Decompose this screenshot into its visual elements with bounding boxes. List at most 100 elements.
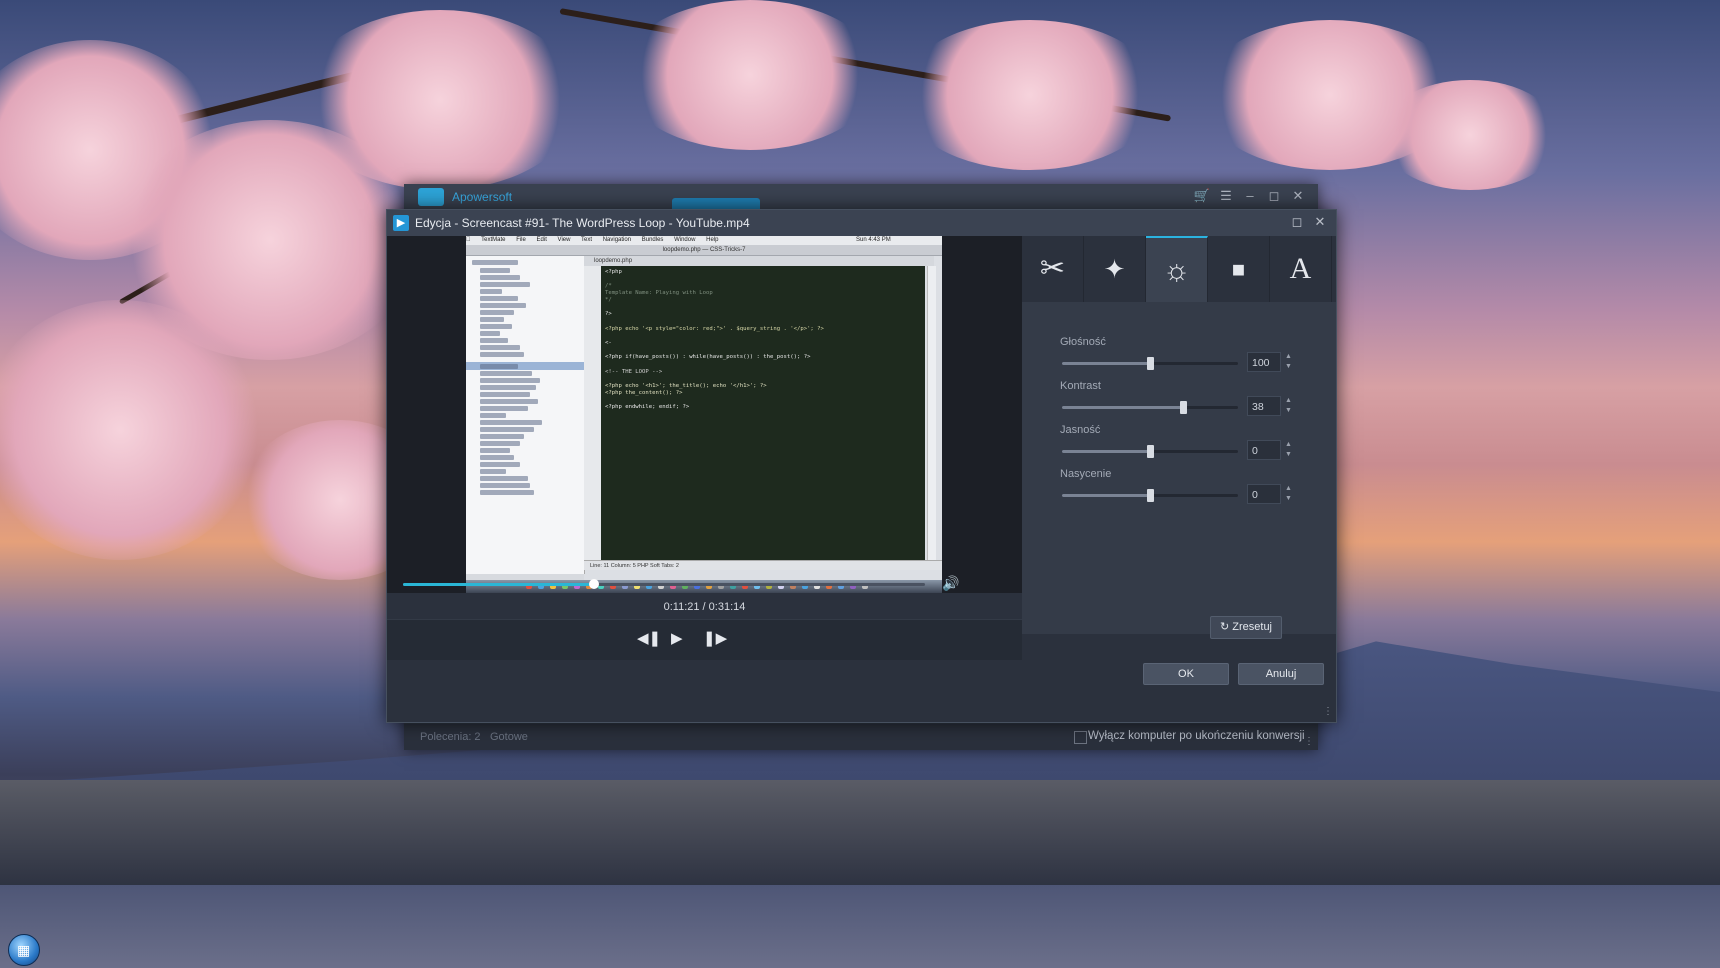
code-line: /*: [605, 283, 612, 289]
brightness-icon[interactable]: ☼: [1146, 236, 1208, 302]
frame-dock: [466, 580, 942, 593]
wallpaper-blossom: [300, 10, 580, 190]
dialog-title-bar: ▶ Edycja - Screencast #91- The WordPress…: [387, 210, 1336, 236]
dialog-title: Edycja - Screencast #91- The WordPress L…: [415, 216, 750, 230]
frame-menu-item: Help: [699, 237, 718, 243]
code-line: <?php: [605, 269, 622, 275]
previous-frame-icon[interactable]: ◀❚: [637, 629, 661, 647]
brightness-slider[interactable]: [1062, 445, 1238, 458]
code-line: <!-- THE LOOP -->: [605, 369, 663, 375]
minimize-icon[interactable]: –: [1241, 188, 1259, 203]
status-ready: Gotowe: [490, 731, 528, 743]
contrast-param: Kontrast 38 ▲ ▼: [1060, 380, 1300, 420]
video-frame:  TextMate File Edit View Text Navigatio…: [466, 236, 942, 593]
code-line: <?php endwhile; endif; ?>: [605, 404, 690, 410]
saturation-value[interactable]: 0: [1247, 484, 1281, 504]
volume-value[interactable]: 100: [1247, 352, 1281, 372]
volume-slider-thumb[interactable]: [1147, 357, 1154, 370]
play-icon[interactable]: ▶: [671, 629, 683, 647]
volume-param: Głośność 100 ▲ ▼: [1060, 336, 1300, 376]
resize-grip-icon[interactable]: ⋮: [1323, 706, 1333, 719]
volume-slider-fill: [1062, 362, 1150, 365]
volume-icon[interactable]: 🔊: [942, 575, 959, 592]
contrast-label: Kontrast: [1060, 380, 1101, 392]
shutdown-label: Wyłącz komputer po ukończeniu konwersji: [1088, 730, 1305, 742]
frame-menu-item: View: [551, 237, 571, 243]
volume-spinner-icon[interactable]: ▲ ▼: [1282, 352, 1295, 372]
menu-icon[interactable]: ☰: [1217, 188, 1235, 204]
scissors-icon[interactable]: ✂: [1022, 236, 1084, 302]
reset-button[interactable]: ↻ Zresetuj: [1210, 616, 1282, 639]
magic-wand-icon[interactable]: ✦: [1084, 236, 1146, 302]
frame-menu-item: TextMate: [475, 237, 505, 243]
ok-button[interactable]: OK: [1143, 663, 1229, 685]
frame-status-bar: Line: 11 Column: 5 PHP Soft Tabs: 2: [584, 560, 942, 570]
code-line: */: [605, 297, 612, 303]
frame-menu-item: Navigation: [596, 237, 631, 243]
text-icon[interactable]: A: [1270, 236, 1332, 302]
frame-window-title: loopdemo.php — CSS-Tricks-7: [466, 245, 942, 256]
brightness-param: Jasność 0 ▲ ▼: [1060, 424, 1300, 464]
code-line: <?php the_content(); ?>: [605, 390, 683, 396]
saturation-label: Nasycenie: [1060, 468, 1112, 480]
windows-logo-icon: ▦: [17, 942, 31, 958]
wallpaper-town: [0, 780, 1720, 890]
code-line: <?php if(have_posts()) : while(have_post…: [605, 354, 811, 360]
contrast-spinner-icon[interactable]: ▲ ▼: [1282, 396, 1295, 416]
video-preview:  TextMate File Edit View Text Navigatio…: [387, 236, 1022, 613]
seek-bar[interactable]: [403, 579, 925, 589]
maximize-icon[interactable]: ◻: [1288, 214, 1306, 230]
wallpaper-blossom: [0, 300, 260, 560]
code-line: ?>: [605, 311, 612, 317]
contrast-slider-fill: [1062, 406, 1184, 409]
wallpaper-blossom: [620, 0, 880, 150]
code-line: <?php echo '<h1>'; the_title(); echo '</…: [605, 383, 767, 389]
cart-icon[interactable]: 🛒: [1193, 188, 1211, 204]
dialog-button-bar: OK Anuluj ⋮: [387, 660, 1336, 722]
close-icon[interactable]: ✕: [1311, 214, 1329, 230]
volume-label: Głośność: [1060, 336, 1106, 348]
brightness-spinner-icon[interactable]: ▲ ▼: [1282, 440, 1295, 460]
frame-menu-item: File: [510, 237, 526, 243]
cancel-button[interactable]: Anuluj: [1238, 663, 1324, 685]
close-icon[interactable]: ✕: [1289, 188, 1307, 204]
contrast-slider[interactable]: [1062, 401, 1238, 414]
saturation-slider[interactable]: [1062, 489, 1238, 502]
stamp-icon[interactable]: ⏹: [1208, 236, 1270, 302]
seek-handle[interactable]: [588, 579, 599, 589]
reset-button-label: Zresetuj: [1232, 621, 1273, 633]
shutdown-checkbox[interactable]: [1074, 731, 1087, 744]
contrast-value[interactable]: 38: [1247, 396, 1281, 416]
brightness-slider-thumb[interactable]: [1147, 445, 1154, 458]
status-commands: Polecenia: 2: [420, 731, 481, 743]
saturation-spinner-icon[interactable]: ▲ ▼: [1282, 484, 1295, 504]
main-status-bar: Polecenia: 2 Gotowe Wyłącz komputer po u…: [404, 724, 1318, 750]
maximize-icon[interactable]: ◻: [1265, 188, 1283, 204]
app-logo-icon: [418, 188, 444, 206]
edit-dialog: ▶ Edycja - Screencast #91- The WordPress…: [386, 209, 1337, 723]
brightness-value[interactable]: 0: [1247, 440, 1281, 460]
frame-menu-item: Text: [574, 237, 592, 243]
apple-icon: : [466, 237, 471, 243]
wallpaper-lake: [0, 885, 1720, 968]
dialog-app-icon: ▶: [393, 215, 409, 231]
code-line: <-: [605, 340, 612, 346]
tool-tabs: ✂ ✦ ☼ ⏹ A: [1022, 236, 1336, 302]
contrast-slider-thumb[interactable]: [1180, 401, 1188, 414]
code-line: Template Name: Playing with Loop: [605, 290, 713, 296]
frame-code-editor: <?php /* Template Name: Playing with Loo…: [601, 266, 925, 560]
saturation-slider-thumb[interactable]: [1147, 489, 1154, 502]
effects-panel: ✂ ✦ ☼ ⏹ A Głośność 100 ▲ ▼ Kontrast 38 ▲ ▼: [1022, 236, 1336, 639]
volume-slider[interactable]: [1062, 357, 1238, 370]
wallpaper-blossom: [900, 20, 1160, 170]
windows-start-button[interactable]: ▦: [8, 934, 40, 966]
wallpaper-blossom: [1380, 80, 1560, 190]
frame-editor-tab: loopdemo.php: [584, 256, 934, 266]
next-frame-icon[interactable]: ❚▶: [703, 629, 727, 647]
frame-menu-item: Bundles: [635, 237, 664, 243]
resize-grip-icon[interactable]: ⋮: [1304, 736, 1314, 747]
frame-menu-item: Edit: [530, 237, 547, 243]
seek-progress: [403, 583, 594, 586]
brightness-label: Jasność: [1060, 424, 1101, 436]
frame-line-gutter: [584, 266, 601, 566]
